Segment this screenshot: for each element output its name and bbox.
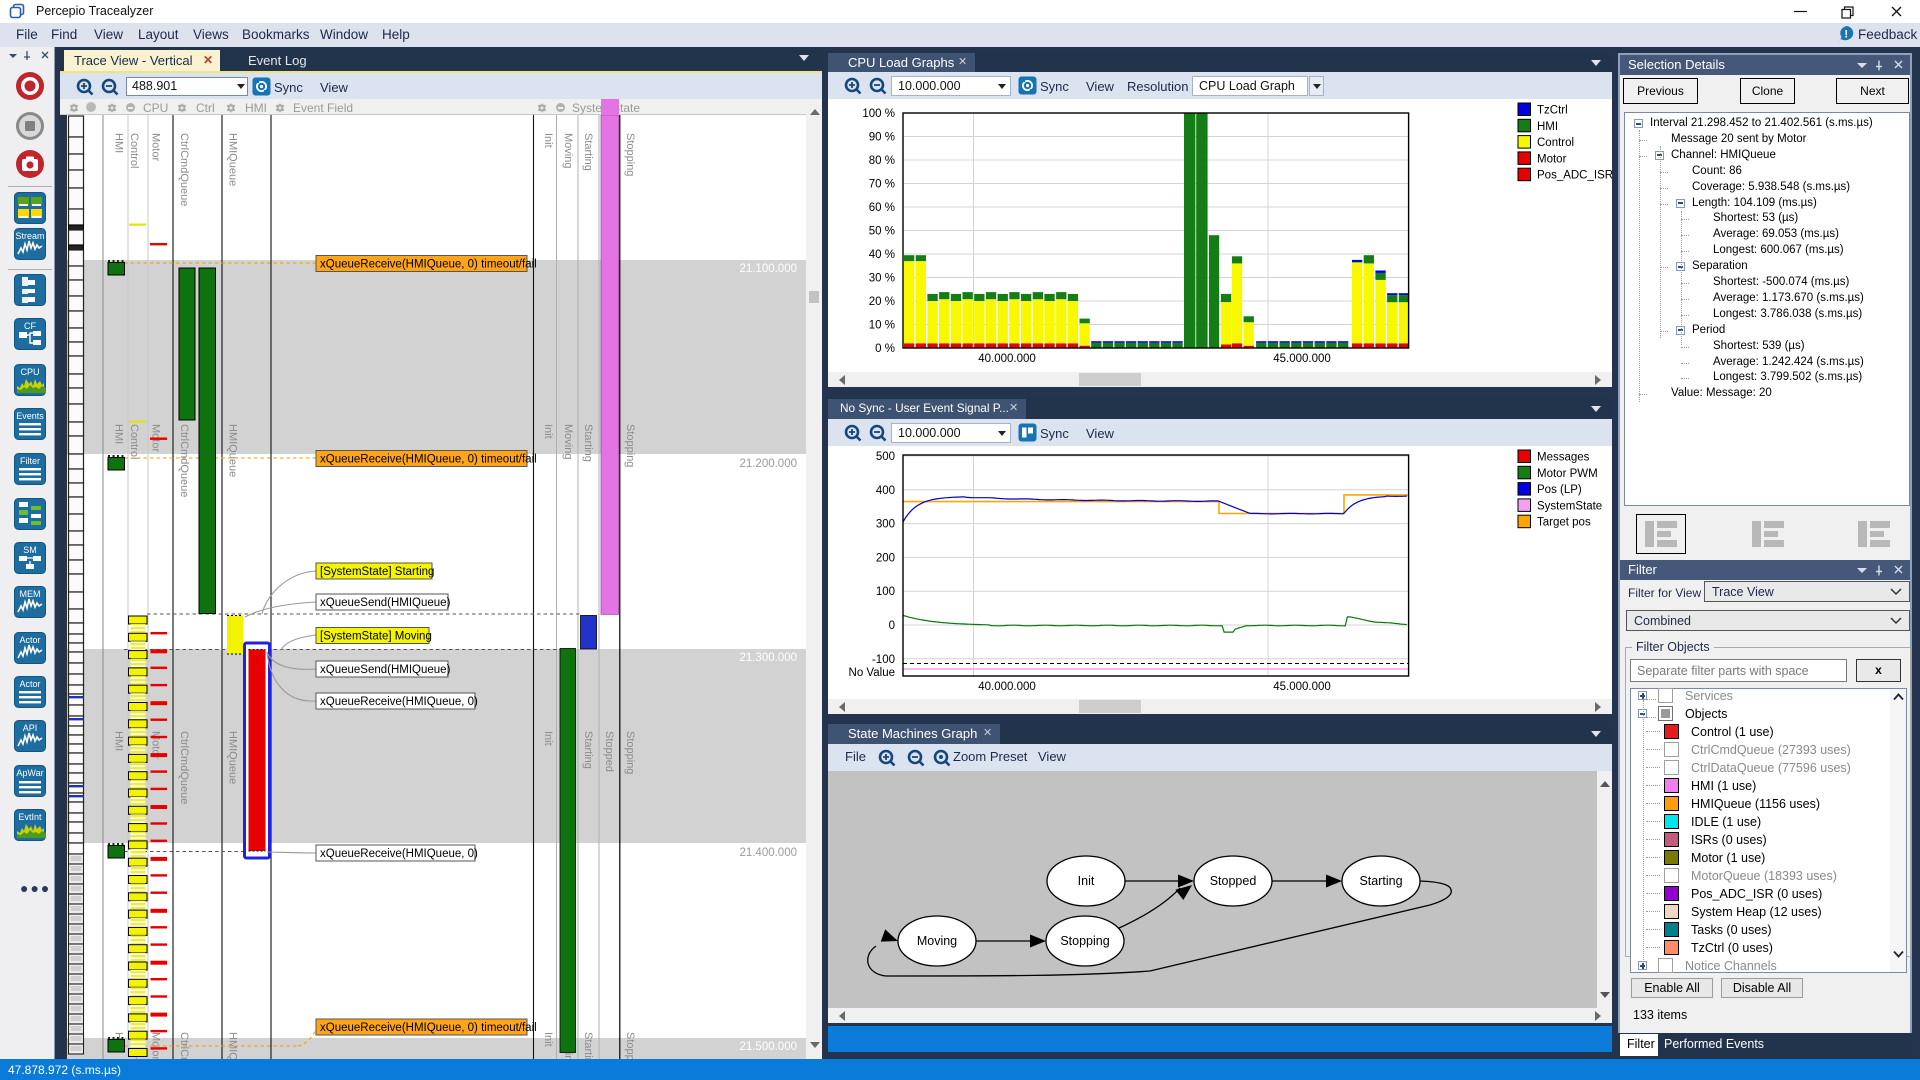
svg-text:!: ! [1844, 29, 1848, 41]
svg-text:xQueueReceive(HMIQueue, 0) tim: xQueueReceive(HMIQueue, 0) timeout/fail [320, 1022, 537, 1034]
svg-text:Pos_ADC_ISR: Pos_ADC_ISR [1537, 170, 1612, 182]
svg-text:40.000.000: 40.000.000 [978, 353, 1036, 365]
svg-text:Pos (LP): Pos (LP) [1537, 484, 1582, 496]
svg-text:CtrlCmdQueue: CtrlCmdQueue [178, 133, 190, 206]
svg-text:MEM: MEM [20, 589, 41, 599]
svg-text:300: 300 [876, 519, 895, 531]
svg-text:90 %: 90 % [869, 132, 895, 144]
svg-text:Init: Init [1078, 874, 1095, 888]
svg-text:Moving: Moving [562, 424, 574, 459]
svg-text:10 %: 10 % [869, 320, 895, 332]
svg-text:21.100.000: 21.100.000 [739, 263, 797, 275]
svg-text:21.200.000: 21.200.000 [739, 458, 797, 470]
svg-text:Stopping: Stopping [624, 1032, 636, 1059]
svg-text:HMIQueue: HMIQueue [227, 731, 239, 784]
svg-text:Target pos: Target pos [1537, 517, 1591, 529]
svg-text:Starting: Starting [582, 133, 594, 171]
svg-text:Stopping: Stopping [1060, 934, 1109, 948]
svg-text:500: 500 [876, 451, 895, 463]
svg-text:No Value: No Value [849, 667, 895, 679]
svg-text:Motor: Motor [150, 133, 162, 161]
svg-text:400: 400 [876, 485, 895, 497]
svg-text:xQueueSend(HMIQueue): xQueueSend(HMIQueue) [320, 664, 451, 676]
svg-text:Moving: Moving [917, 934, 957, 948]
svg-text:Starting: Starting [582, 1032, 594, 1059]
svg-text:Moving: Moving [562, 133, 574, 168]
svg-text:40 %: 40 % [869, 249, 895, 261]
svg-text:[SystemState] Starting: [SystemState] Starting [320, 566, 434, 578]
svg-text:70 %: 70 % [869, 179, 895, 191]
svg-text:HMIQueue: HMIQueue [227, 133, 239, 186]
svg-text:Init: Init [542, 133, 554, 148]
svg-text:21.300.000: 21.300.000 [739, 652, 797, 664]
svg-text:45.000.000: 45.000.000 [1273, 681, 1331, 693]
svg-text:80 %: 80 % [869, 155, 895, 167]
svg-text:Filter: Filter [20, 456, 40, 466]
svg-text:Stopping: Stopping [624, 424, 636, 467]
svg-text:HMIQueue: HMIQueue [227, 424, 239, 477]
svg-text:Events: Events [16, 411, 44, 421]
svg-text:Starting: Starting [582, 731, 594, 769]
svg-text:HMI: HMI [113, 424, 125, 444]
svg-text:Control: Control [128, 133, 140, 168]
svg-text:100 %: 100 % [862, 108, 895, 120]
svg-text:Control: Control [128, 424, 140, 459]
svg-text:TzCtrl: TzCtrl [1537, 105, 1568, 117]
svg-text:Stopped: Stopped [603, 731, 615, 772]
svg-text:60 %: 60 % [869, 202, 895, 214]
svg-text:CtrlCmdQueue: CtrlCmdQueue [178, 424, 190, 497]
svg-text:EvtInt: EvtInt [18, 812, 42, 822]
svg-text:xQueueReceive(HMIQueue, 0): xQueueReceive(HMIQueue, 0) [320, 848, 478, 860]
svg-text:Stopped: Stopped [1210, 874, 1257, 888]
svg-text:xQueueReceive(HMIQueue, 0): xQueueReceive(HMIQueue, 0) [320, 696, 478, 708]
svg-text:Stopping: Stopping [624, 731, 636, 774]
svg-text:Actor: Actor [19, 679, 40, 689]
svg-text:xQueueReceive(HMIQueue, 0) tim: xQueueReceive(HMIQueue, 0) timeout/fail [320, 454, 537, 466]
svg-text:21.400.000: 21.400.000 [739, 847, 797, 859]
svg-text:HMI: HMI [113, 731, 125, 751]
svg-text:0: 0 [889, 620, 895, 632]
svg-text:Init: Init [542, 1032, 554, 1047]
svg-text:50 %: 50 % [869, 226, 895, 238]
svg-text:Control: Control [1537, 137, 1574, 149]
svg-text:Motor: Motor [1537, 153, 1567, 165]
svg-text:xQueueSend(HMIQueue): xQueueSend(HMIQueue) [320, 597, 451, 609]
svg-text:20 %: 20 % [869, 296, 895, 308]
svg-text:200: 200 [876, 552, 895, 564]
svg-text:Starting: Starting [1359, 874, 1402, 888]
svg-text:Stream: Stream [15, 231, 44, 241]
svg-text:100: 100 [876, 586, 895, 598]
svg-text:ApWar: ApWar [16, 768, 43, 778]
svg-text:40.000.000: 40.000.000 [978, 681, 1036, 693]
svg-text:Init: Init [542, 424, 554, 439]
svg-text:45.000.000: 45.000.000 [1273, 353, 1331, 365]
svg-text:Motor PWM: Motor PWM [1537, 468, 1598, 480]
svg-text:HMI: HMI [113, 133, 125, 153]
svg-text:CF: CF [24, 321, 36, 331]
svg-text:API: API [23, 723, 38, 733]
svg-text:Starting: Starting [582, 424, 594, 462]
svg-text:30 %: 30 % [869, 273, 895, 285]
svg-text:CtrlCmdQueue: CtrlCmdQueue [178, 731, 190, 804]
svg-text:0 %: 0 % [875, 343, 895, 355]
svg-text:CPU: CPU [20, 367, 39, 377]
svg-text:Init: Init [542, 731, 554, 746]
svg-text:[SystemState] Moving: [SystemState] Moving [320, 631, 432, 643]
svg-text:HMI: HMI [1537, 121, 1558, 133]
svg-text:SystemState: SystemState [1537, 500, 1602, 512]
svg-text:SM: SM [23, 545, 37, 555]
svg-text:-100: -100 [872, 654, 895, 666]
svg-text:Actor: Actor [19, 635, 40, 645]
svg-text:21.500.000: 21.500.000 [739, 1041, 797, 1053]
svg-text:Stopping: Stopping [624, 133, 636, 176]
svg-text:Messages: Messages [1537, 452, 1590, 464]
svg-text:xQueueReceive(HMIQueue, 0) tim: xQueueReceive(HMIQueue, 0) timeout/fail [320, 259, 537, 271]
